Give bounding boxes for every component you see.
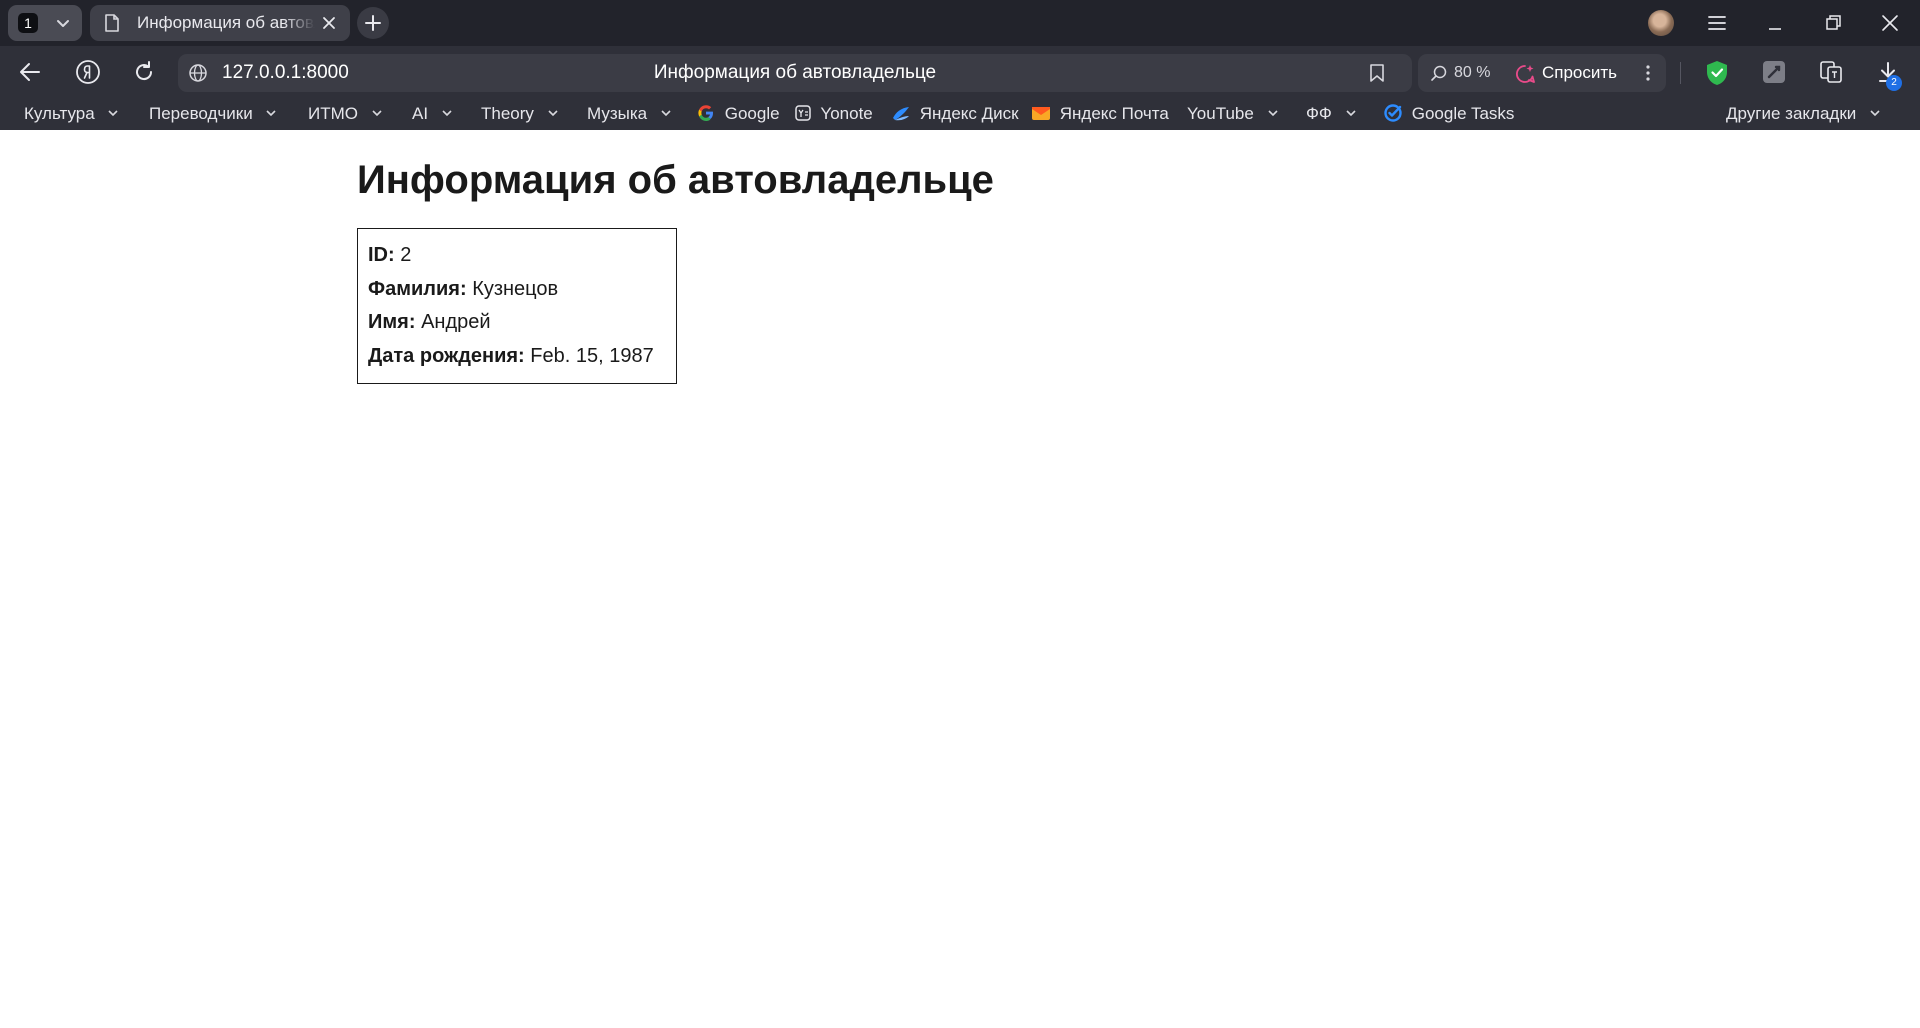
back-arrow-icon[interactable] xyxy=(18,61,42,83)
globe-icon[interactable] xyxy=(188,63,208,83)
extension-icon[interactable] xyxy=(1761,59,1787,85)
chevron-down-icon xyxy=(442,110,452,117)
reload-icon[interactable] xyxy=(132,60,156,84)
bookmark-folder-ff[interactable]: ФФ xyxy=(1306,98,1357,130)
bookmark-label: Яндекс Диск xyxy=(919,104,1019,123)
tab-count: 1 xyxy=(18,13,38,33)
bookmark-icon[interactable] xyxy=(1368,63,1386,83)
field-value: Feb. 15, 1987 xyxy=(530,344,654,367)
bookmark-label: ИТМО xyxy=(308,104,358,123)
bookmark-label: Культура xyxy=(24,104,95,123)
more-options-icon[interactable] xyxy=(1644,64,1652,82)
field-label: Фамилия: xyxy=(368,277,467,300)
yandex-logo-icon[interactable] xyxy=(75,59,101,85)
yandex-disk-icon xyxy=(893,107,909,121)
zoom-and-assistant-group: 80 % Спросить xyxy=(1418,54,1666,92)
google-tasks-icon xyxy=(1384,104,1402,122)
page-heading: Информация об автовладельце xyxy=(357,158,994,202)
bookmark-google-tasks[interactable]: Google Tasks xyxy=(1383,98,1514,130)
profile-avatar[interactable] xyxy=(1648,10,1674,36)
bookmark-label: Яндекс Почта xyxy=(1059,104,1169,123)
zoom-level[interactable]: 80 % xyxy=(1454,54,1490,92)
protect-shield-icon[interactable] xyxy=(1704,59,1730,87)
chevron-down-icon xyxy=(548,110,558,117)
bookmark-label: YouTube xyxy=(1187,104,1254,123)
bookmark-folder-itmo[interactable]: ИТМО xyxy=(308,98,383,130)
chevron-down-icon xyxy=(1870,110,1880,117)
bookmark-label: Переводчики xyxy=(149,104,253,123)
translate-icon[interactable] xyxy=(1818,59,1844,85)
chevron-down-icon xyxy=(661,110,671,117)
menu-icon[interactable] xyxy=(1706,12,1728,34)
bookmark-label: Google xyxy=(724,104,780,123)
bookmark-folder-ai[interactable]: AI xyxy=(412,98,453,130)
bookmark-yandex-disk[interactable]: Яндекс Диск xyxy=(891,98,1019,130)
bookmark-folder-culture[interactable]: Культура xyxy=(24,98,119,130)
active-tab[interactable]: Информация об автовладельце xyxy=(90,5,350,41)
bookmark-label: Google Tasks xyxy=(1411,104,1515,123)
owner-name-row: Имя: Андрей xyxy=(368,306,666,340)
owner-birthdate-row: Дата рождения: Feb. 15, 1987 xyxy=(368,340,666,374)
bookmark-folder-other[interactable]: Другие закладки xyxy=(1726,98,1881,130)
owner-id-row: ID: 2 xyxy=(368,239,666,273)
close-tab-icon[interactable] xyxy=(321,15,337,31)
bookmarks-bar: Культура Переводчики ИТМО AI Theory Музы… xyxy=(0,98,1920,130)
chevron-down-icon xyxy=(1346,110,1356,117)
bookmark-label: Theory xyxy=(481,104,534,123)
chevron-down-icon xyxy=(1267,110,1278,117)
bookmark-label: ФФ xyxy=(1306,104,1332,123)
field-value: Кузнецов xyxy=(472,277,559,300)
address-bar[interactable]: 127.0.0.1:8000 Информация об автовладель… xyxy=(178,54,1412,92)
minimize-icon[interactable] xyxy=(1764,12,1786,34)
downloads-count-badge: 2 xyxy=(1886,75,1902,91)
chevron-down-icon xyxy=(266,110,277,117)
field-value: 2 xyxy=(400,244,412,266)
yonote-icon xyxy=(795,105,811,121)
chevron-down-icon xyxy=(108,110,118,117)
url-text[interactable]: 127.0.0.1:8000 xyxy=(222,54,349,92)
chevron-down-icon xyxy=(372,110,382,117)
tab-strip: 1 Информация об автовладельце xyxy=(0,0,1920,46)
bookmark-yandex-mail[interactable]: Яндекс Почта xyxy=(1031,98,1169,130)
address-bar-page-title: Информация об автовладельце xyxy=(653,62,937,83)
bookmark-label: AI xyxy=(412,104,429,123)
bookmark-google[interactable]: Google xyxy=(696,98,780,130)
field-label: Дата рождения: xyxy=(368,344,525,367)
bookmark-folder-youtube[interactable]: YouTube xyxy=(1187,98,1279,130)
bookmark-folder-music[interactable]: Музыка xyxy=(587,98,672,130)
owner-surname-row: Фамилия: Кузнецов xyxy=(368,273,666,307)
restore-icon[interactable] xyxy=(1822,12,1844,34)
bookmark-label: Музыка xyxy=(587,104,648,123)
browser-toolbar: 127.0.0.1:8000 Информация об автовладель… xyxy=(0,46,1920,98)
tab-title: Информация об автовладельце xyxy=(137,13,315,32)
zoom-icon[interactable] xyxy=(1430,64,1448,82)
bookmark-folder-translators[interactable]: Переводчики xyxy=(149,98,277,130)
chevron-down-icon xyxy=(57,20,69,27)
ask-button[interactable]: Спросить xyxy=(1542,54,1617,92)
bookmark-folder-theory[interactable]: Theory xyxy=(481,98,559,130)
new-tab-button[interactable] xyxy=(357,7,389,39)
google-icon xyxy=(698,105,713,122)
bookmark-label: Другие закладки xyxy=(1726,104,1857,123)
close-window-icon[interactable] xyxy=(1879,12,1901,34)
bookmark-yonote[interactable]: Yonote xyxy=(794,98,873,130)
ask-assistant-icon xyxy=(1516,65,1535,83)
plus-icon xyxy=(365,15,381,31)
bookmark-label: Yonote xyxy=(820,104,873,123)
document-icon xyxy=(105,14,119,32)
field-label: Имя: xyxy=(368,311,416,333)
yandex-mail-icon xyxy=(1032,107,1050,121)
toolbar-divider xyxy=(1680,62,1681,84)
owner-info-box: ID: 2 Фамилия: Кузнецов Имя: Андрей Дата… xyxy=(357,228,677,384)
field-value: Андрей xyxy=(421,311,491,333)
field-label: ID: xyxy=(368,244,395,266)
tab-groups-button[interactable]: 1 xyxy=(8,5,82,41)
